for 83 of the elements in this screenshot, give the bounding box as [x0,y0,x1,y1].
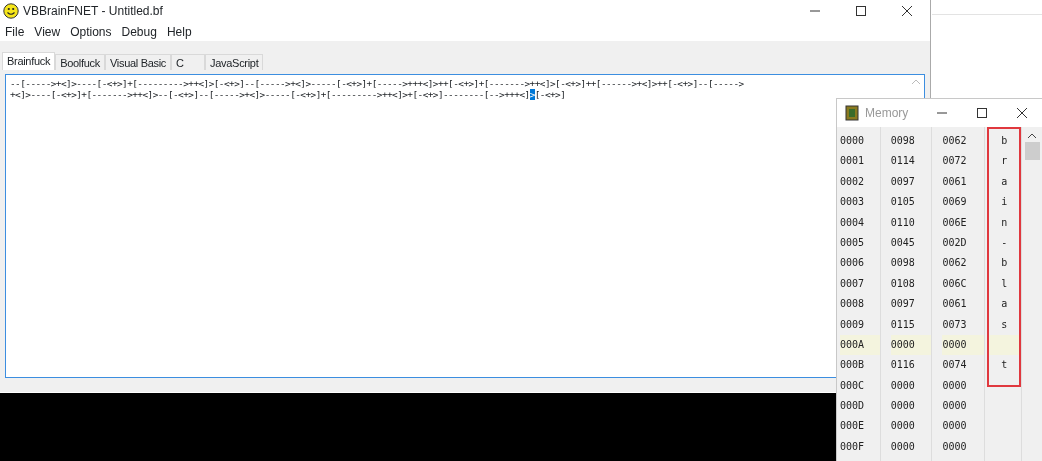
memory-cell-text: t [1000,358,1009,373]
window-title: VBBrainFNET - Untitled.bf [23,3,163,20]
memory-cell-text: b [1000,134,1009,148]
menu-item[interactable]: Debug [116,22,162,41]
memory-cell-text: i [1000,195,1009,210]
memory-cell-text: n [1000,215,1009,230]
code-editor[interactable] [5,74,925,378]
memory-cell-text: 000F [840,439,866,454]
memory-cell-text: a [1000,174,1009,189]
memory-cell-text: 000E [840,419,866,434]
memory-cell-text: 006E [942,215,968,230]
memory-cell: 000A [840,334,880,356]
code-text: +<]>----[-<+>]+[------->++<]>--[-<+>]--[----->+<]>-----[-<+>]+[--------->++<]>+[-<+>]--------[-->+++<] [10,89,530,100]
window-title: Memory [865,105,909,122]
scrollbar-thumb[interactable] [1024,142,1040,160]
close-icon [902,6,912,16]
memory-cell-text: 0000 [890,399,916,414]
memory-cell-text: 0000 [942,378,968,393]
memory-cell-text: 0108 [890,276,916,291]
memory-cell-text: 0045 [890,235,916,250]
memory-cell-text: 0062 [942,134,968,148]
smiley-icon [3,3,19,19]
memory-cell: 0000 [890,334,932,356]
memory-cell-text: 0002 [840,174,866,189]
memory-cell-text: 0110 [890,215,916,230]
code-text: --[----->+<]>----[-<+>]+[--------->++<]>[-<+>]--[----->+<]>-----[-<+>]+[----->+++<]>++[-<+>]+[------->++<]>[-<+>]++[------>+<]>++[-<+>]--[-----> [10,78,744,89]
memory-cell-text: 000B [840,358,866,373]
memory-cell-text: b [1000,256,1009,271]
memory-cell-text: 0000 [942,439,968,454]
memory-cell-text: - [1000,235,1009,250]
memory-cell-text: 0116 [890,358,916,373]
memory-cell-text: l [1000,276,1009,291]
memory-cell-text: 0073 [942,317,968,332]
memory-cell-text: 0061 [942,297,968,312]
memory-cell-text: 0114 [890,154,916,169]
memory-cell-text: 0003 [840,195,866,210]
menu-item[interactable]: Help [161,22,197,41]
tab[interactable]: Visual Basic [104,54,172,70]
maximize-icon [977,108,987,118]
close-icon [1017,108,1027,118]
memory-cell-text: 0098 [890,256,916,271]
memory-cell-text: 0069 [942,195,968,210]
memory-cell-text: 0105 [890,195,916,210]
memory-cell-text: 000C [840,378,866,393]
memory-cell-text: 0000 [890,378,916,393]
memory-cell-text: 000D [840,399,866,414]
memory-cell-text: 0074 [942,358,968,373]
maximize-icon [856,6,866,16]
memory-cell-text: 0000 [890,439,916,454]
memory-cell-text: 0000 [942,399,968,414]
memory-cell-text: r [1000,154,1009,169]
memory-cell-text: a [1000,297,1009,312]
memory-cell-text: 0009 [840,317,866,332]
menu-item[interactable]: File [0,22,30,41]
memory-cell-text: 0000 [890,419,916,434]
memory-cell-text: 0061 [942,174,968,189]
memory-cell-text: 006C [942,276,968,291]
memory-cell-text: 0006 [840,256,866,271]
menu-item[interactable]: View [29,22,66,41]
memory-cell-text: 0008 [840,297,866,312]
memory-cell-text: 0000 [840,134,866,148]
tab[interactable]: C [171,54,206,70]
memory-chip-icon [845,105,859,121]
memory-cell-text: 0001 [840,154,866,169]
tab[interactable]: Brainfuck [2,52,56,70]
menu-item[interactable]: Options [65,22,117,41]
memory-cell: 0000 [942,334,985,356]
memory-cell-text: 0072 [942,154,968,169]
tab[interactable]: Boolfuck [55,54,105,70]
memory-cell-text: 0097 [890,174,916,189]
memory-cell-text: 0005 [840,235,866,250]
selected-text: > [529,89,535,100]
tab[interactable]: JavaScript [205,54,264,70]
memory-cell-text: 0115 [890,317,916,332]
memory-cell-text: 0098 [890,134,916,148]
scroll-up-icon[interactable] [1028,133,1037,138]
memory-cell-text: s [1000,317,1009,332]
memory-cell-text: 002D [942,235,968,250]
memory-cell-text: 0004 [840,215,866,230]
memory-cell-text: 0007 [840,276,866,291]
memory-cell-text: 0000 [942,419,968,434]
memory-cell-text: 0062 [942,256,968,271]
memory-cell-text: 0097 [890,297,916,312]
